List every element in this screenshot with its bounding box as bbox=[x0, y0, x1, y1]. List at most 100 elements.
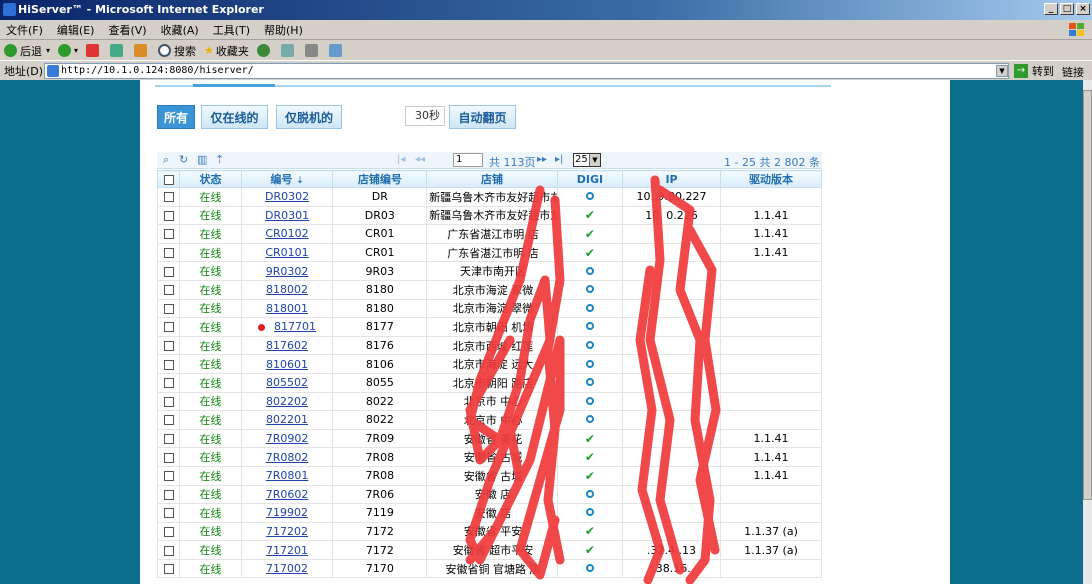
col-driver[interactable]: 驱动版本 bbox=[719, 170, 823, 188]
table-row[interactable]: 在线 CR0101 CR01 广东省湛江市明 店 ✔ 1.1.41 bbox=[156, 242, 823, 263]
address-dropdown-icon[interactable]: ▼ bbox=[996, 65, 1008, 77]
device-code-link[interactable]: 717002 bbox=[266, 562, 308, 575]
page-size-select[interactable]: 25 ▼ bbox=[573, 153, 601, 167]
row-checkbox[interactable] bbox=[156, 261, 181, 281]
table-row[interactable]: 在线 818001 8180 北京市海淀 翠微 bbox=[156, 298, 823, 319]
table-row[interactable]: 在线 817701 8177 北京市朝阳 机场 bbox=[156, 317, 823, 337]
row-code[interactable]: 818002 bbox=[240, 279, 334, 300]
device-code-link[interactable]: 717201 bbox=[266, 544, 308, 557]
refresh-button[interactable] bbox=[110, 44, 126, 57]
vertical-scrollbar[interactable] bbox=[1083, 80, 1092, 584]
row-code[interactable]: 7R0602 bbox=[240, 484, 334, 505]
row-checkbox[interactable] bbox=[156, 205, 181, 226]
search-button[interactable]: 搜索 bbox=[158, 43, 196, 59]
table-row[interactable]: 在线 9R0302 9R03 天津市南开区 bbox=[156, 261, 823, 281]
row-checkbox[interactable] bbox=[156, 410, 181, 430]
menu-help[interactable]: 帮助(H) bbox=[264, 22, 303, 38]
export-icon[interactable]: ⇡ bbox=[215, 153, 224, 166]
device-code-link[interactable]: CR0102 bbox=[265, 227, 308, 240]
row-checkbox[interactable] bbox=[156, 187, 181, 207]
col-shop[interactable]: 店铺 bbox=[426, 170, 558, 188]
refresh-interval-input[interactable]: 30秒 bbox=[405, 106, 445, 126]
table-row[interactable]: 在线 DR0302 DR 新疆乌鲁木齐市友好超市友 10. 9.80.227 bbox=[156, 187, 823, 207]
row-code[interactable]: 7R0802 bbox=[240, 447, 334, 467]
page-number-input[interactable]: 1 bbox=[453, 153, 483, 167]
device-code-link[interactable]: 818002 bbox=[266, 283, 308, 296]
device-code-link[interactable]: 805502 bbox=[266, 376, 308, 389]
table-row[interactable]: 在线 7R0902 7R09 安徽省 美花 ✔ 1.1.41 bbox=[156, 428, 823, 449]
table-row[interactable]: 在线 817602 8176 北京市西城 红莲 bbox=[156, 335, 823, 356]
device-code-link[interactable]: 810601 bbox=[266, 358, 308, 371]
minimize-button[interactable]: _ bbox=[1044, 3, 1058, 15]
row-code[interactable]: 7R0801 bbox=[240, 465, 334, 486]
table-row[interactable]: 在线 717201 7172 安徽省 超市平安 ✔ .32.4 .13 1.1.37 (a… bbox=[156, 540, 823, 560]
search-icon[interactable]: ⌕ bbox=[163, 153, 169, 167]
home-button[interactable] bbox=[134, 44, 150, 57]
row-code[interactable]: 802202 bbox=[240, 391, 334, 412]
row-checkbox[interactable] bbox=[156, 224, 181, 244]
edit-button[interactable] bbox=[328, 44, 345, 57]
favorites-button[interactable]: ★ 收藏夹 bbox=[204, 43, 249, 59]
next-page-icon[interactable]: ▸▸ bbox=[537, 154, 547, 165]
row-code[interactable]: 719902 bbox=[240, 503, 334, 523]
filter-offline-button[interactable]: 仅脱机的 bbox=[276, 105, 342, 129]
device-code-link[interactable]: DR0301 bbox=[265, 209, 309, 222]
row-checkbox[interactable] bbox=[156, 335, 181, 356]
device-code-link[interactable]: 7R0602 bbox=[266, 488, 309, 501]
row-checkbox[interactable] bbox=[156, 354, 181, 374]
device-code-link[interactable]: DR0302 bbox=[265, 190, 309, 203]
address-input[interactable]: http://10.1.0.124:8080/hiserver/ bbox=[44, 63, 1009, 79]
table-row[interactable]: 在线 810601 8106 北京市海淀 远大 bbox=[156, 354, 823, 374]
row-code[interactable]: CR0101 bbox=[240, 242, 334, 263]
table-row[interactable]: 在线 719902 7119 安徽 店 bbox=[156, 503, 823, 523]
first-page-icon[interactable]: |◂ bbox=[397, 154, 405, 165]
row-code[interactable]: 810601 bbox=[240, 354, 334, 374]
row-checkbox[interactable] bbox=[156, 391, 181, 412]
row-code[interactable]: 817701 bbox=[240, 317, 334, 337]
row-checkbox[interactable] bbox=[156, 521, 181, 542]
row-code[interactable]: 818001 bbox=[240, 298, 334, 319]
mail-button[interactable] bbox=[280, 44, 297, 57]
device-code-link[interactable]: 9R0302 bbox=[266, 265, 309, 278]
device-code-link[interactable]: 802201 bbox=[266, 413, 308, 426]
stop-button[interactable] bbox=[86, 44, 102, 57]
row-code[interactable]: DR0301 bbox=[240, 205, 334, 226]
device-code-link[interactable]: 7R0902 bbox=[266, 432, 309, 445]
table-row[interactable]: 在线 DR0301 DR03 新疆乌鲁木齐市友好超市友 ✔ 10. 0.226 1.1.41 bbox=[156, 205, 823, 226]
table-row[interactable]: 在线 805502 8055 北京市朝阳 路店 bbox=[156, 372, 823, 393]
row-checkbox[interactable] bbox=[156, 503, 181, 523]
table-row[interactable]: 在线 717202 7172 安徽省 平安 ✔ 1.1.37 (a) bbox=[156, 521, 823, 542]
row-code[interactable]: CR0102 bbox=[240, 224, 334, 244]
row-checkbox[interactable] bbox=[156, 279, 181, 300]
row-code[interactable]: 717201 bbox=[240, 540, 334, 560]
menu-view[interactable]: 查看(V) bbox=[108, 22, 146, 38]
prev-page-icon[interactable]: ◂◂ bbox=[415, 154, 425, 165]
table-row[interactable]: 在线 818002 8180 北京市海淀 翠微 bbox=[156, 279, 823, 300]
row-checkbox[interactable] bbox=[156, 428, 181, 449]
col-ip[interactable]: IP bbox=[622, 170, 721, 188]
row-checkbox[interactable] bbox=[156, 242, 181, 263]
select-all-checkbox[interactable] bbox=[156, 170, 181, 188]
last-page-icon[interactable]: ▸| bbox=[555, 154, 563, 165]
device-code-link[interactable]: 802202 bbox=[266, 395, 308, 408]
device-code-link[interactable]: 817602 bbox=[266, 339, 308, 352]
maximize-button[interactable]: □ bbox=[1060, 3, 1074, 15]
row-checkbox[interactable] bbox=[156, 317, 181, 337]
row-code[interactable]: 717002 bbox=[240, 558, 334, 579]
row-checkbox[interactable] bbox=[156, 540, 181, 560]
delete-icon[interactable]: ▥ bbox=[197, 153, 207, 166]
table-row[interactable]: 在线 7R0802 7R08 安徽省 古城 ✔ 1.1.41 bbox=[156, 447, 823, 467]
row-checkbox[interactable] bbox=[156, 558, 181, 579]
menu-file[interactable]: 文件(F) bbox=[6, 22, 43, 38]
refresh-icon[interactable]: ↻ bbox=[179, 153, 188, 166]
forward-button[interactable]: ▾ bbox=[58, 44, 78, 57]
device-code-link[interactable]: 717202 bbox=[266, 525, 308, 538]
row-checkbox[interactable] bbox=[156, 484, 181, 505]
filter-all-button[interactable]: 所有 bbox=[157, 105, 195, 129]
row-checkbox[interactable] bbox=[156, 465, 181, 486]
menu-edit[interactable]: 编辑(E) bbox=[57, 22, 95, 38]
device-code-link[interactable]: CR0101 bbox=[265, 246, 308, 259]
device-code-link[interactable]: 817701 bbox=[274, 320, 316, 333]
history-button[interactable] bbox=[256, 44, 273, 57]
links-button[interactable]: 链接 bbox=[1062, 64, 1084, 80]
